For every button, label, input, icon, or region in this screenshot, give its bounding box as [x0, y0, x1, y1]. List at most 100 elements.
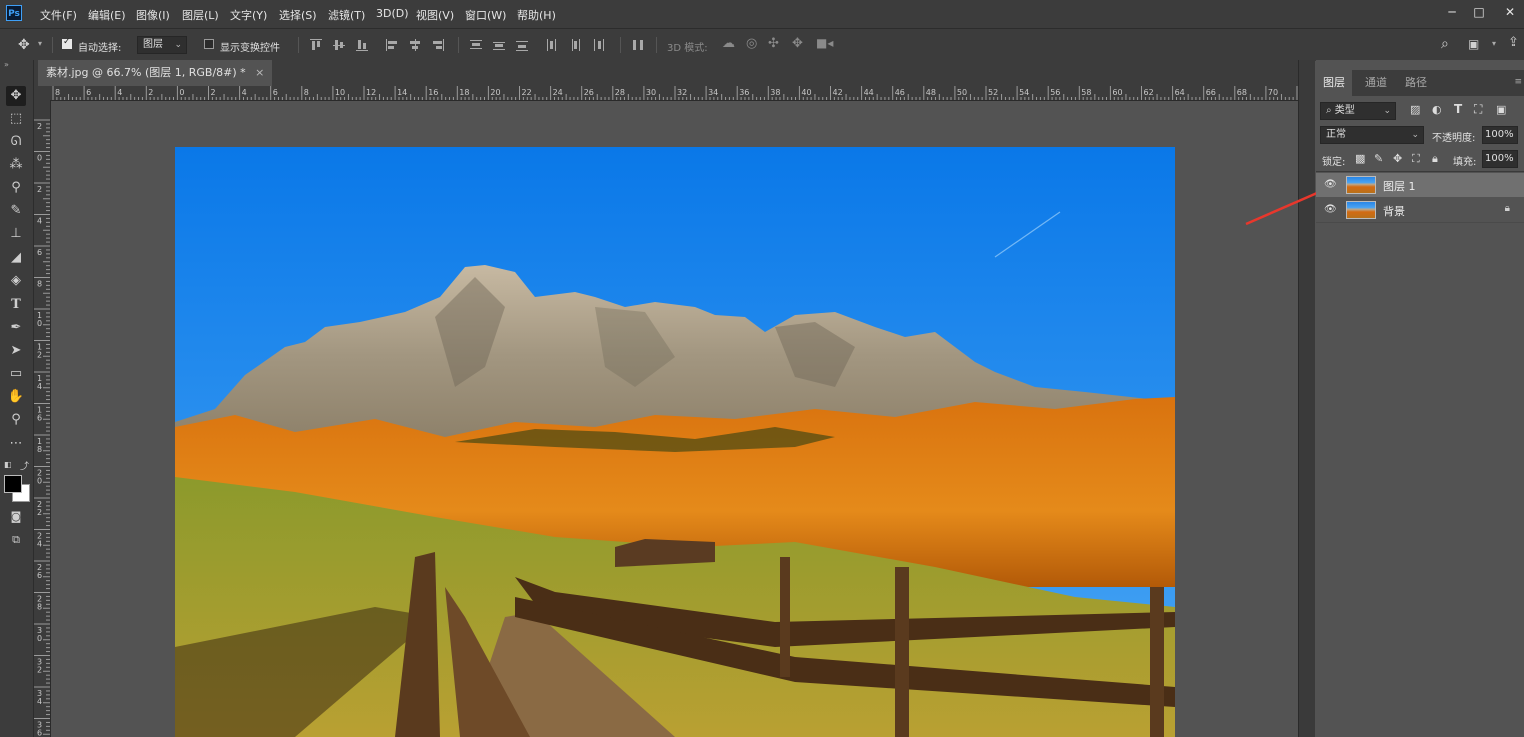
lock-icon[interactable]: 🔒︎ [1505, 203, 1510, 214]
foreground-color-swatch[interactable] [4, 475, 22, 493]
canvas-area[interactable] [51, 101, 1298, 737]
stamp-icon[interactable]: ⊥ [6, 224, 26, 244]
close-window-button[interactable]: ✕ [1496, 2, 1524, 22]
filter-pixel-icon[interactable]: ▨ [1410, 103, 1420, 116]
maximize-button[interactable]: □ [1465, 2, 1493, 22]
hand-icon[interactable]: ✋ [6, 387, 26, 407]
magic-wand-icon[interactable]: ⁂ [6, 155, 26, 175]
bucket-icon[interactable]: ◈ [6, 271, 26, 291]
menu-help[interactable]: 帮助(H) [517, 7, 556, 23]
document-tab[interactable]: 素材.jpg @ 66.7% (图层 1, RGB/8#) * × [38, 60, 273, 86]
distribute-vcenter-icon[interactable] [493, 39, 505, 51]
chevron-down-icon[interactable]: ▾ [1492, 39, 1496, 48]
visibility-eye-icon[interactable]: 👁︎ [1324, 179, 1337, 191]
quick-mask-icon[interactable]: ◙ [6, 507, 26, 527]
align-top-icon[interactable] [310, 39, 322, 51]
panel-menu-icon[interactable]: ≡ [1514, 77, 1522, 87]
search-icon[interactable]: ⌕ [1441, 36, 1449, 52]
lock-all-icon[interactable]: 🔒︎ [1432, 152, 1438, 166]
menu-3d[interactable]: 3D(D) [376, 7, 409, 20]
pen-icon[interactable]: ✒ [6, 318, 26, 338]
marquee-icon[interactable]: ⬚ [6, 109, 26, 129]
auto-align-icon[interactable] [632, 39, 644, 51]
lock-position-icon[interactable]: ✥ [1393, 152, 1402, 165]
distribute-left-icon[interactable] [546, 39, 558, 51]
minimize-button[interactable]: ─ [1438, 2, 1466, 22]
type-icon[interactable]: T [6, 295, 26, 315]
tab-paths[interactable]: 路径 [1398, 70, 1434, 96]
ruler-label: 12 [366, 88, 376, 97]
filter-adjustment-icon[interactable]: ◐ [1432, 103, 1442, 116]
filter-shape-icon[interactable]: ⛶ [1474, 102, 1482, 117]
menu-filter[interactable]: 滤镜(T) [328, 7, 365, 23]
workspace-icon[interactable]: ▣ [1468, 37, 1479, 51]
close-tab-icon[interactable]: × [255, 66, 264, 79]
vertical-ruler[interactable]: 2024681012141618202224262830323436 [34, 100, 51, 737]
menu-edit[interactable]: 编辑(E) [88, 7, 126, 23]
align-hcenter-icon[interactable] [409, 39, 421, 51]
blend-mode-dropdown[interactable]: 正常 ⌄ [1320, 126, 1424, 144]
auto-select-checkbox[interactable] [62, 37, 72, 49]
menu-view[interactable]: 视图(V) [416, 7, 454, 23]
3d-drag-icon[interactable]: ✣ [768, 36, 779, 51]
lock-artboard-icon[interactable]: ⛶ [1412, 152, 1420, 166]
3d-camera-icon[interactable]: ■◂ [816, 36, 833, 50]
collapse-icon[interactable]: » [4, 60, 9, 69]
brush-icon[interactable]: ✎ [6, 201, 26, 221]
3d-slide-icon[interactable]: ✥ [792, 36, 803, 51]
lasso-icon[interactable]: ᘏ [6, 132, 26, 152]
document-canvas-image[interactable] [175, 147, 1175, 737]
3d-roll-icon[interactable]: ◎ [746, 36, 757, 51]
share-icon[interactable]: ⇪ [1508, 35, 1519, 50]
fill-input[interactable]: 100% [1482, 150, 1518, 168]
layer-name[interactable]: 图层 1 [1383, 178, 1416, 194]
menu-image[interactable]: 图像(I) [136, 7, 170, 23]
layer-filter-dropdown[interactable]: ⌕ 类型 ⌄ [1320, 102, 1396, 120]
align-right-icon[interactable] [432, 39, 444, 51]
show-transform-checkbox[interactable] [204, 39, 214, 49]
screen-mode-icon[interactable]: ⧉ [6, 530, 26, 550]
distribute-hcenter-icon[interactable] [569, 39, 581, 51]
vertical-scrollbar[interactable] [1298, 60, 1315, 737]
lock-pixels-icon[interactable]: ✎ [1374, 152, 1383, 165]
path-select-icon[interactable]: ➤ [6, 341, 26, 361]
ruler-label: 0 [37, 477, 42, 486]
eyedropper-icon[interactable]: ⚲ [6, 178, 26, 198]
ruler-label: 2 [211, 88, 216, 97]
tab-layers[interactable]: 图层 [1316, 70, 1352, 96]
ruler-label: 28 [615, 88, 625, 97]
3d-orbit-icon[interactable]: ☁ [722, 36, 735, 51]
filter-smart-object-icon[interactable]: ▣ [1496, 103, 1506, 116]
menu-file[interactable]: 文件(F) [40, 7, 77, 23]
align-vcenter-icon[interactable] [333, 39, 345, 51]
more-tools-icon[interactable]: ⋯ [6, 434, 26, 454]
default-colors-icon[interactable]: ◧ [4, 460, 12, 469]
distribute-bottom-icon[interactable] [516, 39, 528, 51]
align-left-icon[interactable] [386, 39, 398, 51]
layer-row-background[interactable]: 👁︎ 背景 🔒︎ [1316, 198, 1524, 222]
align-bottom-icon[interactable] [356, 39, 368, 51]
tab-channels[interactable]: 通道 [1358, 70, 1394, 96]
opacity-input[interactable]: 100% [1482, 126, 1518, 144]
lock-transparent-icon[interactable]: ▩ [1355, 152, 1365, 165]
layer-row-layer1[interactable]: 👁︎ 图层 1 [1316, 173, 1524, 197]
layer-name[interactable]: 背景 [1383, 203, 1405, 219]
menu-type[interactable]: 文字(Y) [230, 7, 267, 23]
zoom-icon[interactable]: ⚲ [6, 410, 26, 430]
filter-type-icon[interactable]: T [1454, 102, 1462, 116]
distribute-right-icon[interactable] [592, 39, 604, 51]
chevron-down-icon[interactable]: ▾ [38, 39, 42, 48]
distribute-top-icon[interactable] [470, 39, 482, 51]
menu-select[interactable]: 选择(S) [279, 7, 317, 23]
visibility-eye-icon[interactable]: 👁︎ [1324, 204, 1337, 216]
move-icon[interactable]: ✥ [6, 86, 26, 106]
menu-layer[interactable]: 图层(L) [182, 7, 219, 23]
move-tool-preset-icon[interactable]: ✥ [18, 37, 30, 53]
horizontal-ruler[interactable]: 8 6 4 2 0 2 4 6 8 10 12 14 16 18 20 22 24 26 28 30 32 34 36 38 4… [50, 86, 1298, 101]
eraser-icon[interactable]: ◢ [6, 248, 26, 268]
swap-colors-icon[interactable]: ⤴ [20, 459, 29, 472]
auto-select-target-dropdown[interactable]: 图层 ⌄ [137, 36, 187, 54]
shape-icon[interactable]: ▭ [6, 364, 26, 384]
ruler-origin[interactable] [34, 86, 50, 100]
menu-window[interactable]: 窗口(W) [465, 7, 506, 23]
